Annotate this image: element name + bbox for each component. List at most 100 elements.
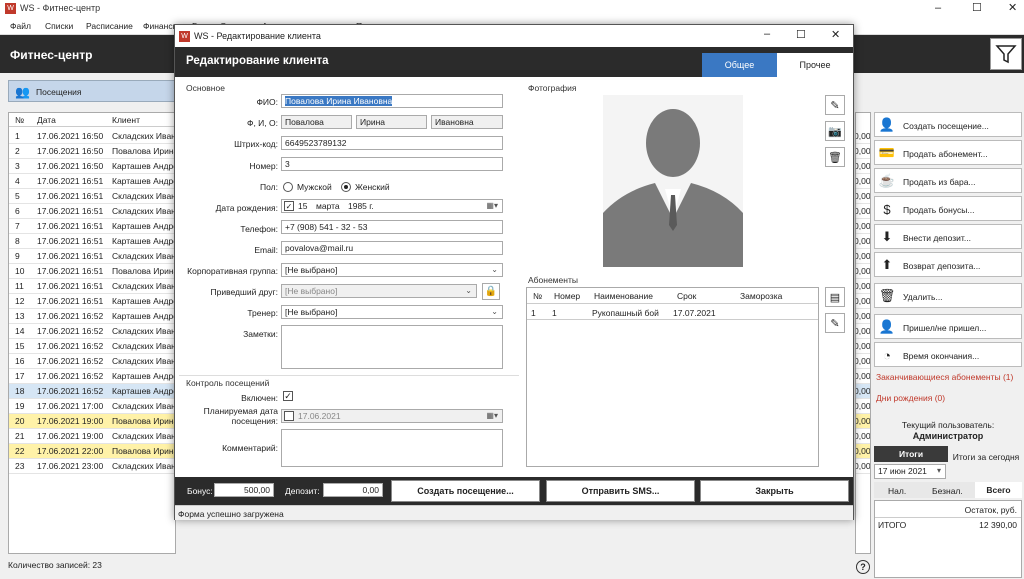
table-row[interactable]: 0,00 bbox=[856, 399, 870, 414]
table-row[interactable]: 0,00 bbox=[856, 339, 870, 354]
add-subscription-button[interactable]: ▤ bbox=[825, 287, 845, 307]
table-row[interactable]: 1 1 Рукопашный бой 17.07.2021 bbox=[527, 305, 818, 320]
table-row[interactable]: 21 17.06.2021 19:00 Складских Иван С bbox=[9, 429, 184, 444]
deposit-button[interactable]: ⬇ Внести депозит... bbox=[874, 224, 1022, 249]
table-row[interactable]: 0,00 bbox=[856, 279, 870, 294]
table-row[interactable]: 0,00 bbox=[856, 414, 870, 429]
close-button[interactable]: Закрыть bbox=[700, 480, 849, 502]
table-row[interactable]: 7 17.06.2021 16:51 Карташев Андрей bbox=[9, 219, 183, 234]
table-row[interactable]: 0,00 bbox=[856, 384, 870, 399]
tab-other[interactable]: Прочее bbox=[777, 53, 853, 77]
middle-name-input[interactable]: Ивановна bbox=[431, 115, 503, 129]
delete-photo-button[interactable]: 🗑 bbox=[825, 147, 845, 167]
tab-totals[interactable]: Итоги bbox=[874, 446, 948, 462]
friend-select[interactable]: [Не выбрано] ⌄ bbox=[281, 284, 477, 298]
birthdays-link[interactable]: Дни рождения (0) bbox=[876, 393, 945, 403]
create-visit-button[interactable]: 👤 Создать посещение... bbox=[874, 112, 1022, 137]
table-row[interactable]: 0,00 bbox=[856, 429, 870, 444]
col-client[interactable]: Клиент bbox=[112, 115, 140, 125]
comment-textarea[interactable] bbox=[281, 429, 503, 467]
first-name-input[interactable]: Ирина bbox=[356, 115, 427, 129]
subs-col-freeze[interactable]: Заморозка bbox=[740, 291, 782, 301]
last-name-input[interactable]: Повалова bbox=[281, 115, 352, 129]
table-row[interactable]: 18 17.06.2021 16:52 Карташев Андрей bbox=[9, 384, 183, 399]
filter-button[interactable] bbox=[990, 38, 1022, 70]
subs-col-term[interactable]: Срок bbox=[677, 291, 696, 301]
subs-col-num[interactable]: № bbox=[533, 291, 542, 301]
totals-date-picker[interactable]: 17 июн 2021 ▾ bbox=[874, 464, 946, 479]
subs-col-number[interactable]: Номер bbox=[554, 291, 580, 301]
table-row[interactable]: 14 17.06.2021 16:52 Складских Иван С bbox=[9, 324, 184, 339]
sell-bonus-button[interactable]: $ Продать бонусы... bbox=[874, 196, 1022, 221]
email-input[interactable]: povalova@mail.ru bbox=[281, 241, 503, 255]
birth-date-picker[interactable]: ✓ 15 марта 1985 г. ▦▾ bbox=[281, 199, 503, 213]
plan-date-picker[interactable]: 17.06.2021 ▦▾ bbox=[281, 409, 503, 423]
end-time-button[interactable]: ◔ Время окончания... bbox=[874, 342, 1022, 367]
col-date[interactable]: Дата bbox=[37, 115, 56, 125]
table-row[interactable]: 22 17.06.2021 22:00 Повалова Ирина bbox=[9, 444, 178, 459]
group-select[interactable]: [Не выбрано] ⌄ bbox=[281, 263, 503, 277]
table-row[interactable]: 4 17.06.2021 16:51 Карташев Андрей bbox=[9, 174, 183, 189]
menu-lists[interactable]: Списки bbox=[45, 21, 73, 31]
notes-textarea[interactable] bbox=[281, 325, 503, 369]
tab-all[interactable]: Всего bbox=[975, 482, 1022, 498]
table-row[interactable]: 0,00 bbox=[856, 249, 870, 264]
table-row[interactable]: 0,00 bbox=[856, 444, 870, 459]
tab-card[interactable]: Безнал. bbox=[932, 486, 963, 496]
send-sms-button[interactable]: Отправить SMS... bbox=[546, 480, 695, 502]
menu-schedule[interactable]: Расписание bbox=[86, 21, 133, 31]
came-not-came-button[interactable]: 👤 Пришел/не пришел... bbox=[874, 314, 1022, 339]
table-row[interactable]: 0,00 bbox=[856, 309, 870, 324]
phone-input[interactable]: +7 (908) 541 - 32 - 53 bbox=[281, 220, 503, 234]
table-row[interactable]: 15 17.06.2021 16:52 Складских Иван С bbox=[9, 339, 184, 354]
tab-today[interactable]: Итоги за сегодня bbox=[950, 452, 1022, 463]
visits-tab[interactable]: 👥 Посещения bbox=[8, 80, 176, 102]
table-row[interactable]: 0,00 bbox=[856, 369, 870, 384]
table-row[interactable]: 0,00 bbox=[856, 189, 870, 204]
table-row[interactable]: 0,00 bbox=[856, 294, 870, 309]
sell-bar-button[interactable]: ☕ Продать из бара... bbox=[874, 168, 1022, 193]
table-row[interactable]: 0,00 bbox=[856, 354, 870, 369]
table-row[interactable]: 16 17.06.2021 16:52 Складских Иван С bbox=[9, 354, 184, 369]
table-row[interactable]: 0,00 bbox=[856, 129, 870, 144]
table-row[interactable]: 3 17.06.2021 16:50 Карташев Андрей bbox=[9, 159, 183, 174]
table-row[interactable]: 0,00 bbox=[856, 174, 870, 189]
table-row[interactable]: 0,00 bbox=[856, 204, 870, 219]
close-icon[interactable]: ✕ bbox=[1008, 1, 1017, 14]
tab-cash[interactable]: Нал. bbox=[888, 486, 906, 496]
table-row[interactable]: 11 17.06.2021 16:51 Складских Иван С bbox=[9, 279, 184, 294]
edit-photo-button[interactable]: ✎ bbox=[825, 95, 845, 115]
number-input[interactable]: 3 bbox=[281, 157, 503, 171]
table-row[interactable]: 1 17.06.2021 16:50 Складских Иван С bbox=[9, 129, 184, 144]
dialog-minimize-icon[interactable]: – bbox=[764, 28, 770, 40]
barcode-input[interactable]: 6649523789132 bbox=[281, 136, 503, 150]
col-number[interactable]: № bbox=[15, 115, 24, 125]
table-row[interactable]: 0,00 bbox=[856, 264, 870, 279]
table-row[interactable]: 0,00 bbox=[856, 219, 870, 234]
table-row[interactable]: 6 17.06.2021 16:51 Складских Иван С bbox=[9, 204, 184, 219]
table-row[interactable]: 20 17.06.2021 19:00 Повалова Ирина bbox=[9, 414, 178, 429]
trainer-select[interactable]: [Не выбрано] ⌄ bbox=[281, 305, 503, 319]
enabled-checkbox[interactable]: ✓ bbox=[283, 391, 293, 401]
radio-male[interactable] bbox=[283, 182, 293, 192]
table-row[interactable]: 0,00 bbox=[856, 234, 870, 249]
minimize-icon[interactable]: – bbox=[935, 2, 941, 14]
create-visit-dialog-button[interactable]: Создать посещение... bbox=[391, 480, 540, 502]
table-row[interactable]: 19 17.06.2021 17:00 Складских Иван С bbox=[9, 399, 184, 414]
sell-subscription-button[interactable]: 💳 Продать абонемент... bbox=[874, 140, 1022, 165]
table-row[interactable]: 10 17.06.2021 16:51 Повалова Ирина bbox=[9, 264, 178, 279]
edit-subscription-button[interactable]: ✎ bbox=[825, 313, 845, 333]
fio-input[interactable]: Повалова Ирина Ивановна bbox=[281, 94, 503, 108]
table-row[interactable]: 23 17.06.2021 23:00 Складских Иван С bbox=[9, 459, 184, 474]
refund-deposit-button[interactable]: ⬆ Возврат депозита... bbox=[874, 252, 1022, 277]
table-row[interactable]: 2 17.06.2021 16:50 Повалова Ирина bbox=[9, 144, 178, 159]
radio-female[interactable] bbox=[341, 182, 351, 192]
tab-general[interactable]: Общее bbox=[702, 53, 777, 77]
menu-file[interactable]: Файл bbox=[10, 21, 31, 31]
table-row[interactable]: 8 17.06.2021 16:51 Карташев Андрей bbox=[9, 234, 183, 249]
help-icon[interactable]: ? bbox=[856, 560, 870, 574]
table-row[interactable]: 17 17.06.2021 16:52 Карташев Андрей bbox=[9, 369, 183, 384]
table-row[interactable]: 0,00 bbox=[856, 459, 870, 474]
dialog-maximize-icon[interactable]: ☐ bbox=[796, 28, 806, 41]
table-row[interactable]: 9 17.06.2021 16:51 Складских Иван С bbox=[9, 249, 184, 264]
